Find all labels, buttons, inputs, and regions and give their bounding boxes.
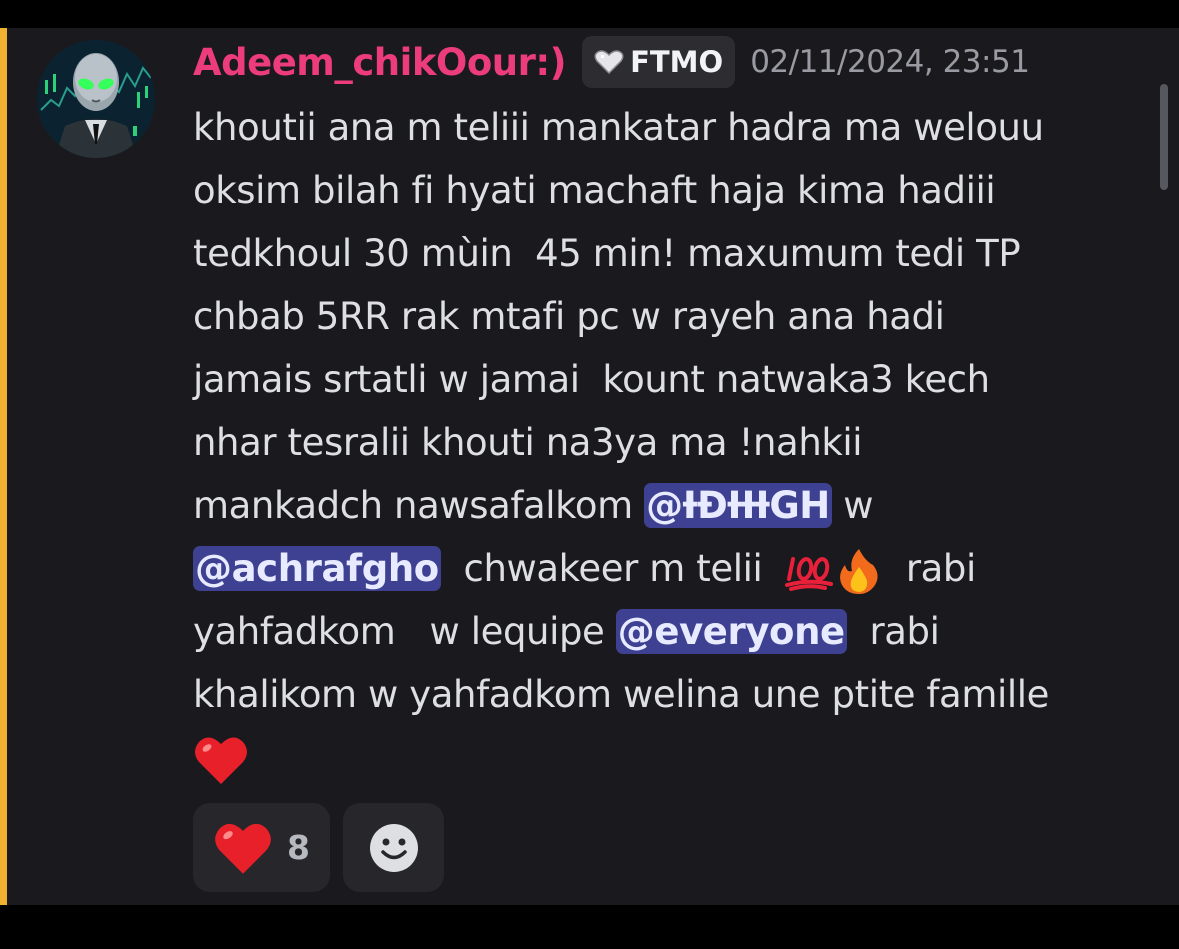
reaction-count: 8 bbox=[287, 828, 310, 867]
alien-trader-avatar-icon bbox=[37, 40, 155, 158]
message-line: khalikom w yahfadkom welina une ptite fa… bbox=[193, 673, 1049, 716]
message-line: jamais srtatli w jamai kount natwaka3 ke… bbox=[193, 358, 990, 401]
message-text: mankadch nawsafalkom bbox=[193, 484, 645, 527]
red-heart-emoji bbox=[215, 823, 271, 874]
message-text: w bbox=[831, 484, 874, 527]
reactions-bar: 8 bbox=[193, 803, 444, 892]
message-line: tedkhoul 30 mùin 45 min! maxumum tedi TP bbox=[193, 232, 1021, 275]
message-content: khoutii ana m teliii mankatar hadra ma w… bbox=[193, 96, 1153, 789]
red-heart-emoji bbox=[195, 736, 247, 784]
message-line: @achrafgho chwakeer m telii rabi bbox=[193, 537, 1153, 600]
message-line: khoutii ana m teliii mankatar hadra ma w… bbox=[193, 106, 1044, 149]
heart-reaction-button[interactable]: 8 bbox=[193, 803, 330, 892]
message-line: oksim bilah fi hyati machaft haja kima h… bbox=[193, 169, 996, 212]
message-text: yahfadkom w lequipe bbox=[193, 610, 616, 653]
heart-icon bbox=[594, 50, 624, 75]
user-mention[interactable]: @achrafgho bbox=[193, 546, 441, 591]
message-text: rabi bbox=[883, 547, 976, 590]
message-line: chbab 5RR rak mtafi pc w rayeh ana hadi bbox=[193, 295, 945, 338]
user-mention[interactable]: @ƗĐƗƗƗGH bbox=[644, 483, 832, 528]
message-line: mankadch nawsafalkom @ƗĐƗƗƗGH w bbox=[193, 474, 1153, 537]
message-line bbox=[193, 726, 1153, 789]
user-avatar[interactable] bbox=[37, 40, 155, 158]
username[interactable]: Adeem_chikOour:) bbox=[193, 41, 567, 84]
server-tag[interactable]: FTMO bbox=[582, 36, 736, 88]
message-timestamp: 02/11/2024, 23:51 bbox=[750, 44, 1030, 80]
message-text: rabi bbox=[846, 610, 940, 653]
add-reaction-smiley-icon bbox=[369, 823, 418, 872]
everyone-mention[interactable]: @everyone bbox=[615, 609, 847, 654]
fire-emoji bbox=[840, 548, 878, 594]
hundred-points-emoji bbox=[785, 556, 834, 591]
message-header: Adeem_chikOour:) FTMO 02/11/2024, 23:51 bbox=[193, 34, 1030, 90]
mention-highlight-bar bbox=[0, 28, 7, 905]
message-line: yahfadkom w lequipe @everyone rabi bbox=[193, 600, 1153, 663]
server-tag-label: FTMO bbox=[630, 45, 724, 79]
scrollbar[interactable] bbox=[1160, 84, 1168, 190]
add-reaction-button[interactable] bbox=[343, 803, 444, 892]
message-line: nhar tesralii khouti na3ya ma !nahkii bbox=[193, 421, 863, 464]
message-text: chwakeer m telii bbox=[440, 547, 786, 590]
message-container: Adeem_chikOour:) FTMO 02/11/2024, 23:51 … bbox=[0, 28, 1179, 905]
